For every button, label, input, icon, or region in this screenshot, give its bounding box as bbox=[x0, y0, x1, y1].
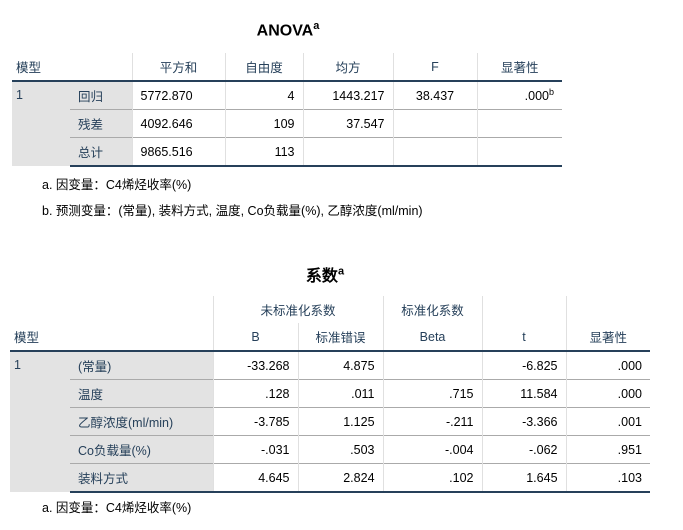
table-row: 1 (常量) -33.268 4.875 -6.825.000 bbox=[10, 351, 651, 492]
table-row: 温度 .128.011.715 11.584.000 bbox=[10, 379, 651, 408]
cell-b: -3.785 bbox=[212, 407, 298, 436]
col-se: 标准错误 bbox=[297, 323, 384, 352]
title-footnote-marker: a bbox=[337, 265, 345, 278]
cell: 38.437 bbox=[392, 81, 477, 110]
row-label: Co负载量(%) bbox=[70, 435, 213, 464]
cell-beta: -.004 bbox=[382, 435, 483, 464]
cell-sig: .951 bbox=[565, 435, 651, 464]
model-number: 1 bbox=[10, 351, 70, 492]
cell-t: -.062 bbox=[481, 435, 567, 464]
cell-beta: -.211 bbox=[382, 407, 483, 436]
anova-footnote-b: b. 预测变量：(常量), 装料方式, 温度, Co负载量(%), 乙醇浓度(m… bbox=[42, 204, 423, 218]
header-row: 模型 B 标准错误 Beta t 显著性 bbox=[10, 323, 651, 352]
cell-t: -3.366 bbox=[481, 407, 567, 436]
cell bbox=[302, 137, 393, 167]
anova-footnote-a: a. 因变量：C4烯烃收率(%) bbox=[42, 178, 192, 192]
cell-t: 1.645 bbox=[481, 463, 567, 493]
group-standardized: 标准化系数 bbox=[382, 296, 483, 323]
cell bbox=[392, 109, 477, 138]
cell: 4 bbox=[224, 81, 303, 110]
coef-footnote-a: a. 因变量：C4烯烃收率(%) bbox=[42, 501, 192, 515]
table-row: 总计 9865.516 113 bbox=[12, 137, 562, 167]
cell: .000b bbox=[476, 81, 562, 110]
col-ms: 均方 bbox=[302, 53, 393, 82]
col-b: B bbox=[212, 323, 298, 352]
table-row: 残差 4092.646 109 37.547 bbox=[12, 109, 562, 138]
col-model: 模型 bbox=[10, 323, 70, 352]
cell: 9865.516 bbox=[131, 137, 225, 167]
col-sig: 显著性 bbox=[476, 53, 562, 82]
cell: 113 bbox=[224, 137, 303, 167]
col-df: 自由度 bbox=[224, 53, 303, 82]
group-header-row: 未标准化系数 标准化系数 bbox=[10, 296, 651, 323]
header-row: 模型 平方和 自由度 均方 F 显著性 bbox=[12, 53, 562, 82]
row-label: 乙醇浓度(ml/min) bbox=[70, 407, 213, 436]
group-unstandardized: 未标准化系数 bbox=[212, 296, 384, 323]
cell-beta: .715 bbox=[382, 379, 483, 408]
row-label: 总计 bbox=[70, 137, 132, 167]
row-label: (常量) bbox=[70, 351, 213, 380]
cell-se: 2.824 bbox=[297, 463, 384, 493]
row-label: 装料方式 bbox=[70, 463, 213, 493]
col-t: t bbox=[481, 323, 567, 352]
cell-sig: .001 bbox=[565, 407, 651, 436]
cell-sig: .000 bbox=[565, 379, 651, 408]
row-label: 回归 bbox=[70, 81, 132, 110]
cell-beta: .102 bbox=[382, 463, 483, 493]
cell-b: .128 bbox=[212, 379, 298, 408]
cell-b: -.031 bbox=[212, 435, 298, 464]
cell-se: 4.875 bbox=[297, 351, 384, 380]
footnote-marker: b bbox=[548, 87, 554, 98]
model-number: 1 bbox=[12, 81, 70, 166]
row-label: 温度 bbox=[70, 379, 213, 408]
col-beta: Beta bbox=[382, 323, 483, 352]
table-row: Co负载量(%) -.031.503 -.004 -.062.951 bbox=[10, 435, 651, 464]
cell: 5772.870 bbox=[131, 81, 225, 110]
title-footnote-marker: a bbox=[313, 20, 320, 32]
cell: 1443.217 bbox=[302, 81, 393, 110]
cell-t: -6.825 bbox=[481, 351, 567, 380]
col-model: 模型 bbox=[12, 53, 70, 82]
cell-se: .503 bbox=[297, 435, 384, 464]
coefficients-table: 未标准化系数 标准化系数 模型 B 标准错误 Beta t 显著性 1 (常量) -… bbox=[10, 296, 651, 493]
cell-sig: .103 bbox=[565, 463, 651, 493]
table-row: 乙醇浓度(ml/min) -3.785 1.125 -.211 -3.366.001 bbox=[10, 407, 651, 436]
col-sig: 显著性 bbox=[565, 323, 651, 352]
table-row: 1 回归 5772.870 4 1443.217 38.437 .000b bbox=[12, 81, 562, 166]
cell-t: 11.584 bbox=[481, 379, 567, 408]
anova-table: 模型 平方和 自由度 均方 F 显著性 1 回归 5772.870 4 1443… bbox=[12, 53, 562, 167]
cell bbox=[392, 137, 477, 167]
cell: 109 bbox=[224, 109, 303, 138]
cell: 4092.646 bbox=[131, 109, 225, 138]
coef-title: 系数a bbox=[240, 262, 410, 286]
cell bbox=[476, 137, 562, 167]
sig-value: .000 bbox=[524, 89, 549, 104]
cell-b: 4.645 bbox=[212, 463, 298, 493]
cell-beta bbox=[382, 351, 483, 380]
cell: 37.547 bbox=[302, 109, 393, 138]
col-ss: 平方和 bbox=[131, 53, 225, 82]
col-f: F bbox=[392, 53, 477, 82]
cell-b: -33.268 bbox=[212, 351, 298, 380]
cell-se: .011 bbox=[297, 379, 384, 408]
anova-title: ANOVAa bbox=[200, 20, 376, 40]
row-label: 残差 bbox=[70, 109, 132, 138]
coef-title-text: 系数 bbox=[305, 268, 338, 285]
table-row: 装料方式 4.645 2.824.102 1.645.103 bbox=[10, 463, 651, 493]
anova-title-text: ANOVA bbox=[256, 22, 314, 40]
cell bbox=[476, 109, 562, 138]
cell-sig: .000 bbox=[565, 351, 651, 380]
cell-se: 1.125 bbox=[297, 407, 384, 436]
